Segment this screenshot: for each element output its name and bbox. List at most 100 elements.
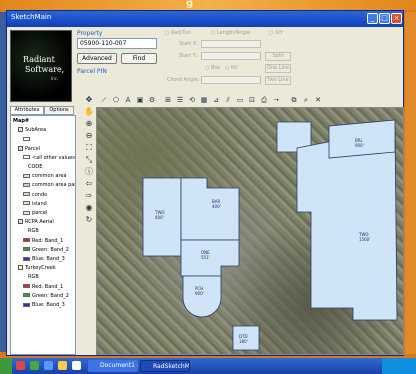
property-input[interactable]: 05900-110-007 <box>77 38 157 49</box>
text-icon[interactable]: A <box>123 95 133 105</box>
tree-item: RGB <box>28 274 39 280</box>
save-icon[interactable]: ▣ <box>135 95 145 105</box>
lot-label-line: 551' <box>201 255 210 260</box>
lot-one[interactable]: ONE 551' <box>180 239 240 277</box>
legend-swatch <box>23 247 30 252</box>
lot-two[interactable]: TWO 400' <box>142 177 182 257</box>
pointer-icon[interactable]: ✥ <box>84 95 94 105</box>
quicklaunch-icon-4[interactable] <box>58 361 67 370</box>
legend-swatch <box>23 284 30 289</box>
advanced-button[interactable]: Advanced <box>77 53 117 64</box>
list-icon[interactable]: ☰ <box>175 95 185 105</box>
banner-text: g <box>186 0 194 9</box>
tree-item-label: Green: Band_2 <box>32 246 69 253</box>
zoom-out-icon[interactable]: ⊖ <box>84 131 94 141</box>
start-y-label: Start Y: <box>179 53 197 59</box>
lot-two-right[interactable]: TWO 1560' <box>296 127 398 321</box>
layer-checkbox[interactable]: ✓ <box>18 219 23 225</box>
system-tray <box>382 358 416 374</box>
lot-brl[interactable]: BRL 900' <box>328 119 396 159</box>
identify-icon[interactable]: ⓘ <box>84 167 94 177</box>
two-line-button[interactable]: Two Line <box>265 76 291 85</box>
quicklaunch-icon-5[interactable] <box>72 361 81 370</box>
minimize-button[interactable]: _ <box>367 13 378 24</box>
merge-icon[interactable]: ⊡ <box>247 95 257 105</box>
quicklaunch-icon-2[interactable] <box>30 361 39 370</box>
tree-item[interactable]: TurkeyCreek <box>18 265 56 271</box>
lot-two-right-label: TWO 1560' <box>358 232 370 242</box>
radio-length-angle[interactable]: ○ Length/Angle <box>211 30 250 36</box>
layer-checkbox[interactable]: ✓ <box>18 145 23 151</box>
lot-bar[interactable]: BAR 400' <box>180 177 240 241</box>
tree-item-label: RGB <box>28 228 39 235</box>
measure-icon[interactable]: ⊿ <box>211 95 221 105</box>
close-button[interactable]: × <box>391 13 402 24</box>
sketch-drawing: TWO 400' BAR 400' ONE 551' PCH 900' TWO 1560' <box>142 119 398 351</box>
tab-options[interactable]: Options <box>44 106 74 115</box>
zoom-in-icon[interactable]: ⊕ <box>84 119 94 129</box>
tree-item-label: TurkeyCreek <box>25 265 56 272</box>
delete-icon[interactable]: ✕ <box>313 95 323 105</box>
lot-pch-shape <box>182 275 222 318</box>
grid-icon[interactable]: ⊞ <box>163 95 173 105</box>
globe-icon[interactable]: ◉ <box>84 203 94 213</box>
quicklaunch-icon-3[interactable] <box>44 361 53 370</box>
tree-item: RGB <box>28 228 39 234</box>
print-icon[interactable]: ⎙ <box>259 95 269 105</box>
layer-checkbox[interactable]: ✓ <box>18 127 23 133</box>
maximize-button[interactable]: □ <box>379 13 390 24</box>
image-icon[interactable]: ▭ <box>235 95 245 105</box>
start-button[interactable] <box>0 358 12 374</box>
quicklaunch-icon-1[interactable] <box>16 361 25 370</box>
tree-item[interactable]: ✓ SubArea <box>18 127 46 133</box>
layer-checkbox[interactable] <box>18 265 23 271</box>
lot-dt[interactable]: DTD 180' <box>232 325 260 351</box>
settings-icon[interactable]: ⚙ <box>147 95 157 105</box>
lot-pch[interactable]: PCH 900' <box>182 275 222 318</box>
start-x-field[interactable] <box>201 40 261 48</box>
rotate-icon[interactable]: ⟲ <box>187 95 197 105</box>
tree-item: island <box>23 201 47 207</box>
sketch-window: SketchMain _ □ × Radiant Software, Inc. … <box>6 10 404 356</box>
zoom-extent-icon[interactable]: ⛶ <box>84 143 94 153</box>
legend-swatch <box>23 173 30 178</box>
forward-icon[interactable]: ⇨ <box>84 191 94 201</box>
radio-rad-tun[interactable]: ○ Rad/Tun <box>165 30 191 36</box>
logo-line3: Inc. <box>51 76 59 81</box>
radio-xy[interactable]: ○ X/Y <box>269 30 283 36</box>
taskbar-item-radsketch[interactable]: RadSketchMain <box>140 360 190 372</box>
tree-item-label: SubArea <box>25 127 47 134</box>
one-line-button[interactable]: One Line <box>265 64 291 73</box>
table-icon[interactable]: ▦ <box>199 95 209 105</box>
tree-item[interactable]: ✓ RCPA Aerial <box>18 219 54 225</box>
find-button[interactable]: Find <box>121 53 157 64</box>
tree-item: common area <box>23 173 67 179</box>
chord-angle-field[interactable] <box>201 76 261 84</box>
arrow-icon[interactable]: ➝ <box>271 95 281 105</box>
opt-bse[interactable]: ○ Bse <box>205 65 220 71</box>
map-view[interactable]: TWO 400' BAR 400' ONE 551' PCH 900' TWO 1560' <box>96 107 404 355</box>
layer-tree[interactable]: Map# ✓ SubArea ✓ Parcel <all other values> COD… <box>10 115 76 355</box>
refresh-icon[interactable]: ↻ <box>84 215 94 225</box>
tree-item[interactable]: ✓ Parcel <box>18 145 40 152</box>
tree-item: parcel <box>23 210 47 216</box>
copy-icon[interactable]: ⧉ <box>289 95 299 105</box>
fixed-zoom-icon[interactable]: ⤡ <box>84 155 94 165</box>
lot-one-shape <box>180 239 240 277</box>
zoom-tool-icon[interactable]: ⌕ <box>301 95 311 105</box>
title-bar[interactable]: SketchMain _ □ × <box>7 11 403 27</box>
vertical-toolbar: ✥ ✋ ⊕ ⊖ ⛶ ⤡ ⓘ ⇦ ⇨ ◉ ↻ <box>83 95 95 255</box>
split-button[interactable]: Split <box>265 52 291 61</box>
taskbar-item-document[interactable]: Document1 - Microsoft... <box>88 360 138 372</box>
start-y-field[interactable] <box>201 52 261 60</box>
draw-polygon-icon[interactable]: ⬠ <box>111 95 121 105</box>
back-icon[interactable]: ⇦ <box>84 179 94 189</box>
legend-swatch <box>23 136 30 141</box>
draw-line-icon[interactable]: ⟋ <box>99 95 109 105</box>
hand-icon[interactable]: ✋ <box>84 107 94 117</box>
logo-line1: Radiant <box>23 55 55 64</box>
tab-attributes[interactable]: Attributes <box>10 106 44 115</box>
tree-item: <all other values> <box>23 155 75 161</box>
split-icon[interactable]: ⫽ <box>223 95 233 105</box>
opt-rtl[interactable]: ○ Rtl <box>225 65 238 71</box>
